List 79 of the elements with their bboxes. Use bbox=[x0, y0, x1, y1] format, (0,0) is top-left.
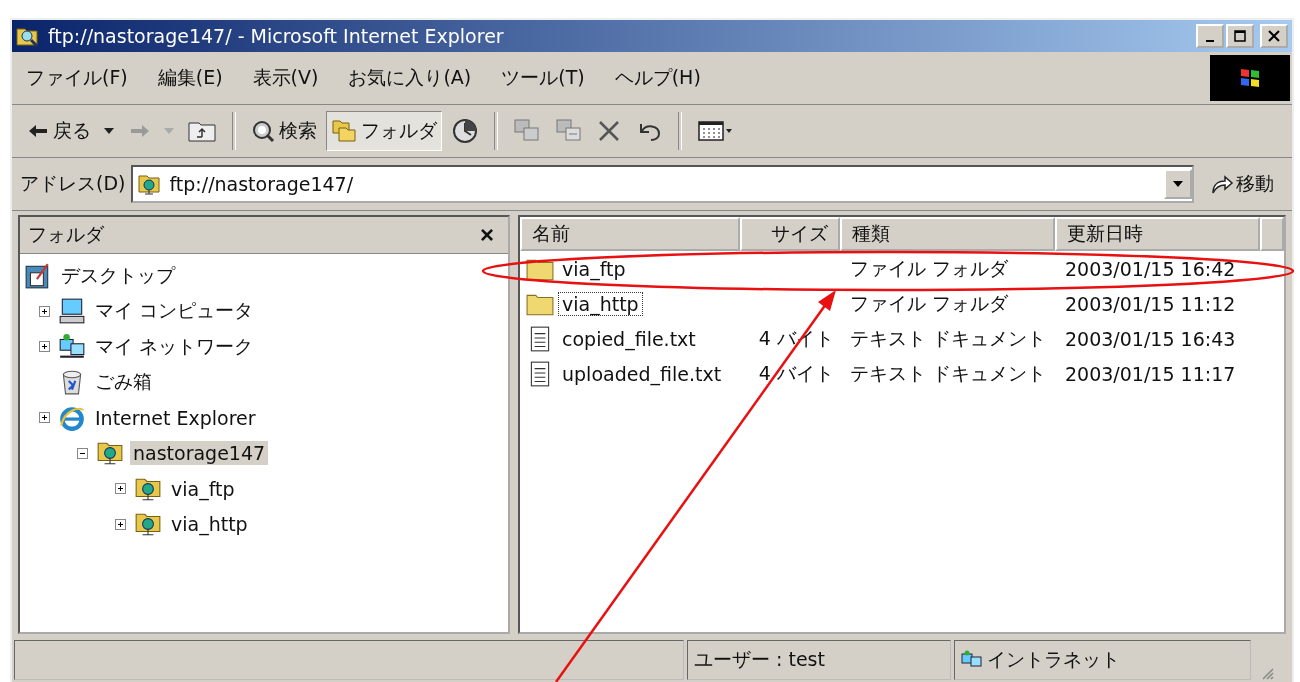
expander-icon bbox=[38, 305, 50, 317]
maximize-button[interactable] bbox=[1226, 24, 1254, 48]
computer-icon bbox=[58, 297, 86, 326]
tree-item[interactable]: ごみ箱 bbox=[92, 368, 155, 397]
tree-expander[interactable] bbox=[76, 447, 88, 459]
window-title: ftp://nastorage147/ - Microsoft Internet Explorer bbox=[48, 25, 505, 47]
pane-title: フォルダ bbox=[28, 222, 104, 247]
close-button[interactable] bbox=[1260, 24, 1288, 48]
file-type: ファイル フォルダ bbox=[850, 256, 1009, 279]
menu-item[interactable]: ツール(T) bbox=[501, 65, 585, 91]
go-button[interactable]: 移動 bbox=[1200, 167, 1284, 201]
search-button[interactable]: 検索 bbox=[246, 111, 322, 151]
menu-item[interactable]: お気に入り(A) bbox=[348, 65, 472, 91]
user-status: ユーザー : test bbox=[694, 647, 825, 672]
caret-icon[interactable] bbox=[104, 128, 114, 134]
move-to-icon bbox=[513, 118, 541, 144]
caret-icon bbox=[1173, 181, 1183, 187]
file-type: ファイル フォルダ bbox=[850, 291, 1009, 314]
menu-item[interactable]: 表示(V) bbox=[252, 65, 319, 91]
modified-date: 2003/01/15 11:17 bbox=[1065, 362, 1236, 385]
column-header[interactable]: サイズ bbox=[740, 217, 840, 251]
column-header[interactable]: 更新日時 bbox=[1055, 217, 1260, 251]
expander-icon bbox=[38, 341, 50, 353]
tree-expander[interactable] bbox=[38, 412, 50, 424]
copy-to-icon bbox=[555, 118, 583, 144]
dropdown-button[interactable] bbox=[1164, 169, 1192, 199]
delete-icon bbox=[597, 119, 621, 143]
search-icon bbox=[251, 119, 275, 143]
file-name[interactable]: uploaded_file.txt bbox=[558, 361, 726, 386]
network-folder-icon bbox=[137, 172, 162, 196]
address-field[interactable]: ftp://nastorage147/ bbox=[131, 165, 1194, 203]
expander-icon bbox=[38, 412, 50, 424]
back-arrow-icon bbox=[27, 123, 49, 139]
modified-date: 2003/01/15 11:12 bbox=[1065, 292, 1236, 315]
tree-expander[interactable] bbox=[38, 341, 50, 353]
minimize-icon bbox=[1206, 40, 1214, 42]
expander-icon bbox=[114, 518, 126, 530]
maximize-icon bbox=[1234, 30, 1246, 42]
file-type: テキスト ドキュメント bbox=[850, 361, 1047, 384]
file-type: テキスト ドキュメント bbox=[850, 326, 1047, 349]
file-name[interactable]: copied_file.txt bbox=[558, 326, 700, 351]
tree-item[interactable]: nastorage147 bbox=[130, 441, 269, 466]
up-folder-icon bbox=[187, 119, 217, 143]
tree-item[interactable]: デスクトップ bbox=[58, 261, 178, 290]
menu-item[interactable]: ヘルプ(H) bbox=[614, 65, 701, 91]
column-header[interactable]: 種類 bbox=[840, 217, 1055, 251]
folders-button[interactable]: フォルダ bbox=[326, 111, 442, 151]
close-pane-button[interactable]: × bbox=[474, 221, 500, 249]
expander-icon bbox=[114, 483, 126, 495]
resize-grip-icon[interactable] bbox=[1260, 666, 1274, 680]
clock-icon bbox=[451, 117, 479, 145]
tree-item[interactable]: Internet Explorer bbox=[92, 405, 259, 430]
file-name[interactable]: via_ftp bbox=[558, 256, 630, 281]
tree-item[interactable]: マイ コンピュータ bbox=[92, 297, 257, 326]
network-icon bbox=[58, 332, 86, 361]
intranet-icon bbox=[961, 650, 983, 670]
expander-icon bbox=[76, 447, 88, 459]
folders-icon bbox=[331, 119, 357, 143]
menu-item[interactable]: ファイル(F) bbox=[26, 65, 128, 91]
tree-expander[interactable] bbox=[114, 518, 126, 530]
column-header[interactable]: 名前 bbox=[520, 217, 740, 251]
folder-magnifier-icon bbox=[16, 25, 40, 47]
address-label: アドレス(D) bbox=[20, 171, 126, 196]
tree-item[interactable]: マイ ネットワーク bbox=[92, 332, 257, 361]
tree-expander[interactable] bbox=[38, 305, 50, 317]
minimize-button[interactable] bbox=[1196, 24, 1224, 48]
close-icon bbox=[1268, 30, 1280, 42]
menu-item[interactable]: 編集(E) bbox=[157, 65, 223, 91]
tree-expander[interactable] bbox=[114, 483, 126, 495]
back-button[interactable]: 戻る bbox=[22, 111, 96, 151]
tree-item[interactable]: via_ftp bbox=[168, 476, 238, 501]
modified-date: 2003/01/15 16:43 bbox=[1065, 327, 1236, 350]
tree-item[interactable]: via_http bbox=[168, 512, 251, 537]
go-arrow-icon bbox=[1210, 173, 1234, 195]
zone-status: イントラネット bbox=[987, 647, 1120, 672]
views-icon bbox=[697, 119, 733, 143]
file-name[interactable]: via_http bbox=[558, 291, 643, 316]
modified-date: 2003/01/15 16:42 bbox=[1065, 257, 1236, 280]
file-size: 4 バイト bbox=[758, 361, 834, 384]
